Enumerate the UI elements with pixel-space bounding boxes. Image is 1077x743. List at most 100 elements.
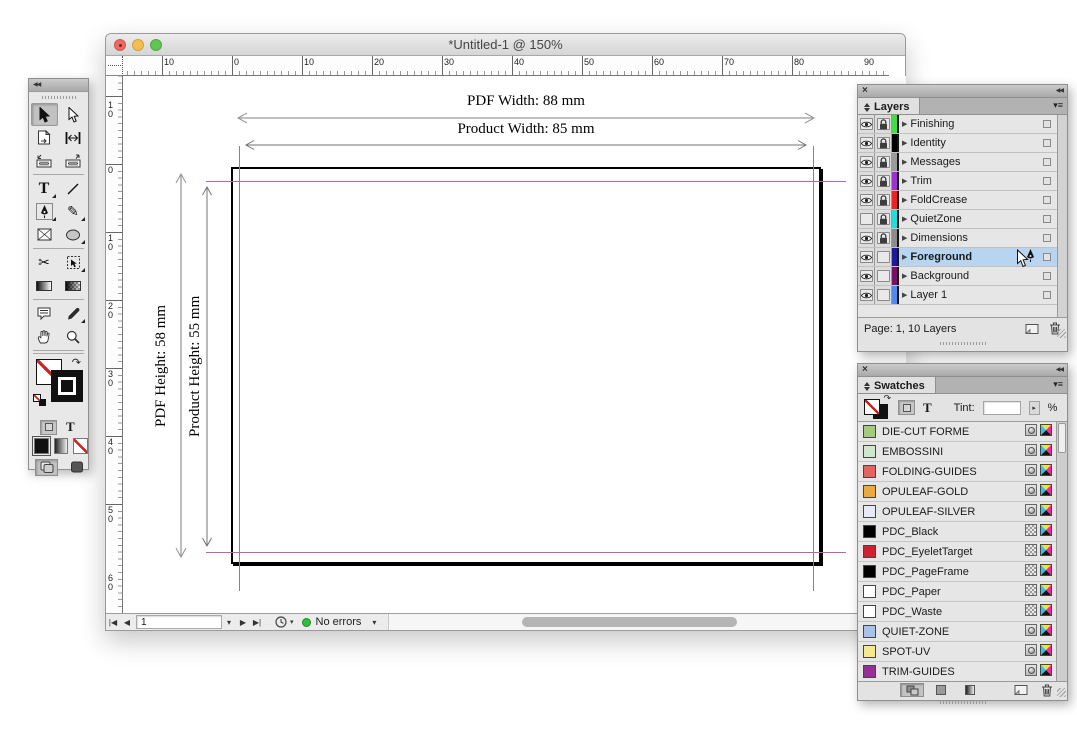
pencil-tool[interactable]: ✎ xyxy=(60,200,87,223)
layer-lock-toggle[interactable] xyxy=(875,172,892,190)
layer-target-square[interactable] xyxy=(1043,272,1051,280)
layer-target-square[interactable] xyxy=(1043,120,1051,128)
layer-visibility-toggle[interactable] xyxy=(858,210,875,228)
swatch-row-spot-uv[interactable]: SPOT-UV xyxy=(858,642,1067,662)
layers-scrollbar[interactable] xyxy=(1057,115,1067,305)
layer-visibility-toggle[interactable] xyxy=(858,248,875,266)
apply-color-button[interactable] xyxy=(34,438,49,454)
layer-row-finishing[interactable]: ▶Finishing xyxy=(858,115,1067,134)
collapse-icon[interactable]: ◀◀ xyxy=(33,79,40,91)
trim-guide-bottom[interactable] xyxy=(206,552,846,553)
formatting-affects-container-button[interactable] xyxy=(40,420,57,435)
tab-swatches[interactable]: Swatches xyxy=(858,377,936,393)
page-number-field[interactable]: 1 xyxy=(136,615,222,629)
layer-row-trim[interactable]: ▶Trim xyxy=(858,172,1067,191)
layer-target-square[interactable] xyxy=(1043,177,1051,185)
layer-name[interactable]: Trim xyxy=(910,175,1037,187)
swap-fill-stroke-icon[interactable]: ↷ xyxy=(72,356,81,369)
layer-lock-toggle[interactable] xyxy=(875,248,892,266)
preflight-menu[interactable]: ▾ xyxy=(274,615,294,629)
next-page-button[interactable]: ▶ xyxy=(236,615,250,630)
disclosure-icon[interactable]: ▶ xyxy=(902,272,907,280)
layer-lock-toggle[interactable] xyxy=(875,153,892,171)
show-all-swatches-button[interactable] xyxy=(900,683,924,697)
layer-target-square[interactable] xyxy=(1043,215,1051,223)
swatches-panel-header[interactable]: × ◀◀ xyxy=(858,364,1067,377)
trim-guide-left[interactable] xyxy=(239,146,240,591)
horizontal-scrollbar-thumb[interactable] xyxy=(522,617,737,627)
preflight-status-dropdown[interactable]: ▾ xyxy=(367,615,381,630)
page-menu-button[interactable]: ▾ xyxy=(222,615,236,630)
swatch-row-pdc-pageframe[interactable]: PDC_PageFrame xyxy=(858,562,1067,582)
disclosure-icon[interactable]: ▶ xyxy=(902,196,907,204)
layer-name[interactable]: FoldCrease xyxy=(910,194,1037,206)
panel-menu-icon[interactable]: ▾≡ xyxy=(1053,379,1063,390)
tint-input[interactable] xyxy=(983,401,1021,415)
layer-target-square[interactable] xyxy=(1043,234,1051,242)
tools-palette-grip[interactable] xyxy=(29,92,88,103)
swap-fill-stroke-icon[interactable]: ↷ xyxy=(883,393,891,404)
layer-name[interactable]: Background xyxy=(910,270,1037,282)
first-page-button[interactable]: |◀ xyxy=(106,615,120,630)
layer-row-dimensions[interactable]: ▶Dimensions xyxy=(858,229,1067,248)
layer-visibility-toggle[interactable] xyxy=(858,267,875,285)
formatting-affects-text-button[interactable]: T xyxy=(66,419,75,435)
line-tool[interactable] xyxy=(60,177,87,200)
preview-mode-button[interactable] xyxy=(65,459,88,476)
zoom-tool[interactable] xyxy=(60,325,87,348)
panel-drag-strip[interactable] xyxy=(858,339,1067,348)
swatches-scrollbar-thumb[interactable] xyxy=(1058,423,1066,453)
layers-panel-header[interactable]: × ◀◀ xyxy=(858,85,1067,98)
content-placer-tool[interactable] xyxy=(60,149,87,172)
layer-name[interactable]: QuietZone xyxy=(910,213,1037,225)
horizontal-ruler[interactable]: 100102030405060708090 xyxy=(123,56,889,76)
layer-visibility-toggle[interactable] xyxy=(858,229,875,247)
tint-spinner[interactable]: ▸ xyxy=(1029,401,1040,415)
panel-resize-grip[interactable] xyxy=(1057,329,1066,338)
panel-resize-grip[interactable] xyxy=(1057,688,1066,697)
swatch-row-quiet-zone[interactable]: QUIET-ZONE xyxy=(858,622,1067,642)
layer-visibility-toggle[interactable] xyxy=(858,286,875,304)
layer-row-layer-1[interactable]: ▶Layer 1 xyxy=(858,286,1067,305)
swatch-row-opuleaf-gold[interactable]: OPULEAF-GOLD xyxy=(858,482,1067,502)
gradient-swatch-tool[interactable] xyxy=(31,274,58,297)
swatch-row-folding-guides[interactable]: FOLDING-GUIDES xyxy=(858,462,1067,482)
new-layer-button[interactable] xyxy=(1025,323,1039,335)
new-swatch-button[interactable] xyxy=(1014,684,1028,696)
swatch-row-pdc-eyelettarget[interactable]: PDC_EyeletTarget xyxy=(858,542,1067,562)
layer-row-background[interactable]: ▶Background xyxy=(858,267,1067,286)
layer-target-square[interactable] xyxy=(1043,196,1051,204)
content-collector-tool[interactable] xyxy=(31,149,58,172)
layer-lock-toggle[interactable] xyxy=(875,115,892,133)
layer-row-foreground[interactable]: ▶Foreground xyxy=(858,248,1067,267)
layer-lock-toggle[interactable] xyxy=(875,210,892,228)
layer-lock-toggle[interactable] xyxy=(875,286,892,304)
disclosure-icon[interactable]: ▶ xyxy=(902,177,907,185)
direct-selection-tool[interactable] xyxy=(60,103,87,126)
layer-name[interactable]: Identity xyxy=(910,137,1037,149)
layer-name[interactable]: Dimensions xyxy=(910,232,1037,244)
apply-none-button[interactable] xyxy=(73,438,88,454)
layer-target-square[interactable] xyxy=(1043,158,1051,166)
layer-target-square[interactable] xyxy=(1043,253,1051,261)
rectangle-frame-tool[interactable] xyxy=(31,223,58,246)
layer-name[interactable]: Foreground xyxy=(910,251,1023,263)
collapse-icon[interactable]: ◀◀ xyxy=(1056,85,1063,97)
layer-row-identity[interactable]: ▶Identity xyxy=(858,134,1067,153)
disclosure-icon[interactable]: ▶ xyxy=(902,215,907,223)
swatches-scrollbar[interactable] xyxy=(1056,422,1067,681)
hand-tool[interactable] xyxy=(31,325,58,348)
panel-drag-strip[interactable] xyxy=(858,698,1067,707)
collapse-icon[interactable]: ◀◀ xyxy=(1056,364,1063,376)
default-fill-stroke-button[interactable] xyxy=(33,394,46,406)
window-titlebar[interactable]: *Untitled-1 @ 150% xyxy=(106,34,905,56)
page-tool[interactable] xyxy=(31,126,58,149)
layer-visibility-toggle[interactable] xyxy=(858,115,875,133)
swatch-row-die-cut-forme[interactable]: DIE-CUT FORME xyxy=(858,422,1067,442)
delete-swatch-button[interactable] xyxy=(1041,684,1053,697)
normal-view-mode-button[interactable] xyxy=(35,459,58,476)
disclosure-icon[interactable]: ▶ xyxy=(902,234,907,242)
panel-menu-icon[interactable]: ▾≡ xyxy=(1053,100,1063,111)
disclosure-icon[interactable]: ▶ xyxy=(902,158,907,166)
disclosure-icon[interactable]: ▶ xyxy=(902,139,907,147)
